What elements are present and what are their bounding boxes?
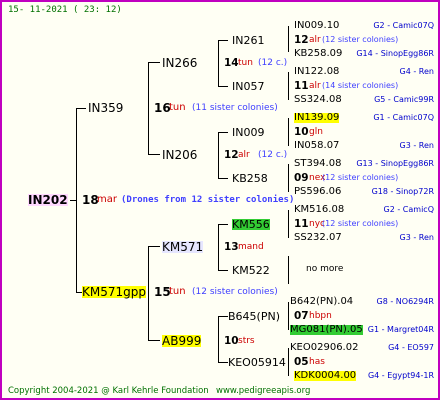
gen3-a2-name[interactable]: IN057	[232, 81, 264, 92]
root-genotype: mar	[97, 194, 117, 205]
gen4-name[interactable]: KEO02906.02	[290, 343, 358, 353]
gen3-c2-name[interactable]: KM522	[232, 265, 270, 276]
pedigree-frame: 15- 11-2021 ( 23: 12) Copyright 2004-202…	[0, 0, 440, 400]
gen4-lineage: G13 - SinopEgg86R	[356, 159, 434, 168]
gen2-c-number: 13	[224, 241, 239, 253]
queen-mother-note: (11 sister colonies)	[192, 103, 278, 113]
gen4-lineage: G8 - NO6294R	[376, 297, 434, 306]
gen4-name[interactable]: ST394.08	[294, 159, 341, 169]
gen2-a-name[interactable]: IN266	[162, 57, 197, 69]
gen3-d2-name[interactable]: KEO05914	[228, 357, 286, 368]
gen4-name[interactable]: IN139.09	[294, 113, 340, 123]
drone-mother-name[interactable]: KM571gpp	[82, 286, 146, 298]
gen3-a1-genotype: alr	[309, 35, 321, 45]
gen2-a-note: (12 c.)	[258, 58, 288, 68]
gen3-b2-note: (12 sister colonies)	[322, 173, 399, 182]
gen4-name[interactable]: KDK0004.00	[294, 371, 357, 381]
gen4-name[interactable]: KB258.09	[294, 49, 342, 59]
gen4-lineage: G1 - Camic07Q	[373, 113, 434, 122]
copyright-text: Copyright 2004-2021 @ Karl Kehrle Founda…	[8, 386, 209, 396]
gen4-lineage: G4 - EO597	[388, 343, 434, 352]
queen-mother-name[interactable]: IN359	[88, 102, 123, 114]
gen2-c-name[interactable]: KM571	[162, 241, 204, 253]
gen2-d-name[interactable]: AB999	[162, 335, 202, 347]
gen4-lineage: G2 - Camic07Q	[373, 21, 434, 30]
gen3-d1-number: 07	[294, 310, 309, 322]
gen4-lineage: G1 - Margret04R	[367, 325, 434, 334]
gen2-b-note: (12 c.)	[258, 150, 288, 160]
no-more-label: no more	[306, 264, 344, 274]
gen3-d2-genotype: has	[309, 357, 325, 367]
gen4-name[interactable]: PS596.06	[294, 187, 341, 197]
gen4-lineage: G4 - Ren	[399, 67, 434, 76]
gen4-lineage: G18 - Sinop72R	[371, 187, 434, 196]
gen4-lineage: G4 - Egypt94-1R	[367, 371, 434, 380]
gen4-name[interactable]: IN058.07	[294, 141, 339, 151]
gen2-a-genotype: tun	[238, 58, 253, 68]
gen3-d2-number: 05	[294, 356, 309, 368]
report-date: 15- 11-2021 ( 23: 12)	[8, 5, 122, 15]
queen-mother-genotype: tun	[169, 102, 186, 113]
gen3-c1-number: 11	[294, 218, 309, 230]
gen3-a2-note: (14 sister colonies)	[322, 81, 399, 90]
root-drone-note: (Drones from 12 sister colonies)	[121, 195, 295, 205]
gen4-name[interactable]: IN009.10	[294, 21, 339, 31]
gen3-a2-number: 11	[294, 80, 309, 92]
gen3-c1-note: (12 sister colonies)	[322, 219, 399, 228]
gen4-name[interactable]: IN122.08	[294, 67, 339, 77]
drone-mother-genotype: tun	[169, 286, 186, 297]
gen4-name[interactable]: SS232.07	[294, 233, 342, 243]
gen3-b1-genotype: gln	[309, 127, 323, 137]
gen3-a1-name[interactable]: IN261	[232, 35, 264, 46]
gen2-b-genotype: alr	[238, 150, 250, 160]
gen2-b-name[interactable]: IN206	[162, 149, 197, 161]
gen4-lineage: G2 - CamicQ	[383, 205, 434, 214]
gen4-lineage: G3 - Ren	[399, 233, 434, 242]
gen3-b1-number: 10	[294, 126, 309, 138]
gen2-d-genotype: strs	[238, 336, 255, 346]
gen2-b-number: 12	[224, 149, 239, 161]
drone-mother-note: (12 sister colonies)	[192, 287, 278, 297]
root-colony-name[interactable]: IN202	[28, 194, 68, 206]
site-link[interactable]: www.pedigreeapis.org	[216, 387, 310, 396]
gen4-lineage: G14 - SinopEgg86R	[356, 49, 434, 58]
gen3-d1-name[interactable]: B645(PN)	[228, 311, 280, 322]
gen2-c-genotype: mand	[238, 242, 264, 252]
gen4-name[interactable]: KM516.08	[294, 205, 344, 215]
gen3-b2-number: 09	[294, 172, 309, 184]
gen3-a2-genotype: alr	[309, 81, 321, 91]
gen4-lineage: G5 - Camic99R	[374, 95, 434, 104]
gen3-c1-name[interactable]: KM556	[232, 219, 270, 230]
gen2-a-number: 14	[224, 57, 239, 69]
gen4-name[interactable]: B642(PN).04	[290, 297, 353, 307]
gen3-d1-genotype: hbpn	[309, 311, 332, 321]
gen3-b2-name[interactable]: KB258	[232, 173, 268, 184]
gen3-b1-name[interactable]: IN009	[232, 127, 264, 138]
gen4-name[interactable]: SS324.08	[294, 95, 342, 105]
gen3-a1-note: (12 sister colonies)	[322, 35, 399, 44]
gen3-a1-number: 12	[294, 34, 309, 46]
gen4-lineage: G3 - Ren	[399, 141, 434, 150]
gen2-d-number: 10	[224, 335, 239, 347]
gen4-name[interactable]: MG081(PN).05	[290, 325, 363, 335]
